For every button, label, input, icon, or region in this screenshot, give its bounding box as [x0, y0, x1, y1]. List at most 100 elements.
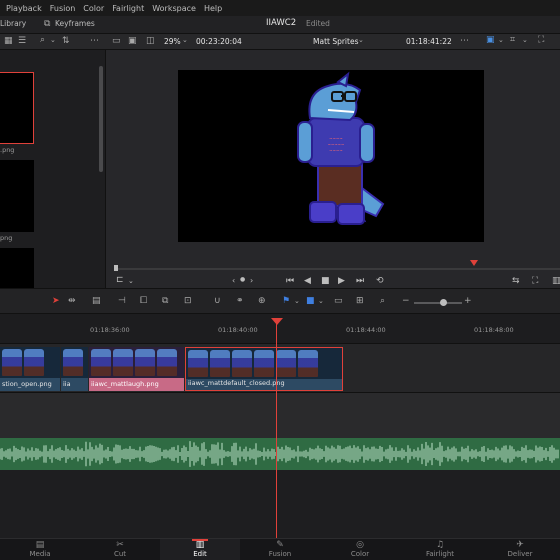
- more-options-icon-2[interactable]: ⋯: [460, 37, 469, 46]
- menu-fairlight[interactable]: Fairlight: [112, 4, 144, 13]
- loop-icon[interactable]: ⟲: [376, 277, 384, 286]
- playhead-handle[interactable]: [271, 318, 283, 325]
- media-pool-scrollbar[interactable]: [99, 66, 103, 172]
- fairlight-icon: ♫: [435, 540, 445, 550]
- flag-chevron-icon[interactable]: ⌄: [294, 298, 300, 305]
- media-thumbnail-label: .png: [0, 146, 15, 154]
- go-to-end-icon[interactable]: ⏭: [356, 277, 364, 286]
- grid-view-icon[interactable]: ▦: [4, 37, 13, 46]
- zoom-slider-track[interactable]: [414, 302, 462, 304]
- trim-tool-icon[interactable]: ⇹: [68, 297, 76, 306]
- timeline-clip[interactable]: iiawc_mattlaugh.png: [89, 347, 184, 391]
- sort-icon[interactable]: ⇅: [62, 37, 70, 46]
- page-tab-media[interactable]: ▤ Media: [0, 539, 80, 560]
- jog-right-icon[interactable]: ›: [250, 277, 253, 285]
- chevron-down-icon[interactable]: ⌄: [50, 37, 56, 44]
- transform-chevron-icon[interactable]: ⌄: [498, 37, 504, 44]
- more-options-icon[interactable]: ⋯: [90, 37, 99, 46]
- jog-dot-icon[interactable]: ●: [240, 277, 245, 283]
- selection-tool-icon[interactable]: ➤: [52, 297, 60, 306]
- list-view-icon[interactable]: ☰: [18, 37, 26, 46]
- page-tab-fairlight[interactable]: ♫ Fairlight: [400, 539, 480, 560]
- reverse-icon[interactable]: ◀: [304, 277, 311, 286]
- zoom-out-icon[interactable]: −: [402, 297, 410, 306]
- menu-color[interactable]: Color: [83, 4, 104, 13]
- page-tab-edit[interactable]: ▥ Edit: [160, 539, 240, 560]
- search-icon[interactable]: ⌕: [40, 36, 45, 45]
- crop-chevron-icon[interactable]: ⌄: [522, 37, 528, 44]
- page-navigation: ▤ Media ✂ Cut ▥ Edit ✎ Fusion ◎ Color ♫ …: [0, 538, 560, 560]
- match-frame-icon[interactable]: ⇆: [512, 277, 520, 286]
- media-thumbnail[interactable]: [0, 72, 34, 144]
- page-tab-cut[interactable]: ✂ Cut: [80, 539, 160, 560]
- empty-track: [0, 470, 560, 538]
- viewer-options-chevron-icon[interactable]: ⌄: [128, 278, 134, 285]
- marker-chevron-icon[interactable]: ⌄: [318, 298, 324, 305]
- menu-workspace[interactable]: Workspace: [152, 4, 196, 13]
- viewer-layout-icon[interactable]: ▭: [112, 37, 121, 46]
- zoom-level[interactable]: 29%: [164, 37, 181, 46]
- keyframes-icon[interactable]: ⧉: [44, 20, 50, 29]
- linked-selection-icon[interactable]: ⚭: [236, 297, 244, 306]
- position-lock-icon[interactable]: ⊕: [258, 297, 266, 306]
- crop-icon[interactable]: ⌗: [510, 36, 515, 45]
- svg-text:~~~~: ~~~~: [329, 136, 342, 141]
- viewer-in-marker[interactable]: [114, 265, 118, 271]
- jog-left-icon[interactable]: ‹: [232, 277, 235, 285]
- zoom-in-icon[interactable]: +: [464, 297, 472, 306]
- marker-icon[interactable]: ■: [306, 297, 315, 306]
- overwrite-clip-icon[interactable]: ⧉: [162, 297, 168, 306]
- character-sprite: ~~~~ ~~~~~ ~~~~: [297, 71, 385, 225]
- single-viewer-icon[interactable]: ▣: [128, 37, 137, 46]
- play-icon[interactable]: ▶: [338, 277, 345, 286]
- cut-icon: ✂: [116, 540, 124, 550]
- page-tab-deliver[interactable]: ✈ Deliver: [480, 539, 560, 560]
- video-track: stion_open.png iia iiawc_mattlaugh.png i…: [0, 344, 560, 392]
- timeline-chevron-icon[interactable]: ⌄: [358, 37, 364, 44]
- dynamic-trim-icon[interactable]: ▤: [92, 297, 101, 306]
- flag-icon[interactable]: ⚑: [282, 297, 290, 306]
- viewer-scrubber[interactable]: [114, 268, 560, 270]
- viewer-playhead-marker[interactable]: [470, 260, 478, 268]
- timeline-viewer: ~~~~ ~~~~~ ~~~~ ⊏ ⌄ ‹ ● › ⏮ ◀ ■ ▶ ⏭ ⟲ ⇆ …: [106, 50, 560, 288]
- dual-viewer-icon[interactable]: ◫: [146, 37, 155, 46]
- project-title: IIAWC2: [266, 18, 297, 28]
- stop-icon[interactable]: ■: [321, 277, 330, 286]
- menu-fusion[interactable]: Fusion: [50, 4, 76, 13]
- empty-track: [0, 392, 560, 438]
- keyframes-tab[interactable]: Keyframes: [55, 19, 95, 28]
- top-toolbar: Library ⧉ Keyframes IIAWC2 Edited: [0, 16, 560, 34]
- replace-clip-icon[interactable]: ⊡: [184, 297, 192, 306]
- zoom-full-icon[interactable]: ▭: [334, 297, 343, 306]
- zoom-custom-icon[interactable]: ⌕: [380, 297, 385, 306]
- menu-playback[interactable]: Playback: [6, 4, 42, 13]
- viewer-options-icon[interactable]: ⊏: [116, 276, 124, 285]
- viewer-fullscreen-icon[interactable]: ⛶: [532, 277, 538, 286]
- clip-label: stion_open.png: [2, 380, 52, 388]
- zoom-detail-icon[interactable]: ⊞: [356, 297, 364, 306]
- timeline-name[interactable]: Matt Sprites: [313, 37, 358, 46]
- timeline-playhead[interactable]: [276, 320, 277, 538]
- insert-clip-icon[interactable]: ⧠: [140, 297, 147, 306]
- timeline-clip[interactable]: iia: [61, 347, 88, 391]
- fullscreen-icon[interactable]: ⛶: [538, 36, 544, 45]
- svg-text:~~~~~: ~~~~~: [328, 142, 345, 147]
- zoom-slider-thumb[interactable]: [440, 299, 447, 306]
- zoom-chevron-icon[interactable]: ⌄: [182, 37, 188, 44]
- transform-icon[interactable]: ▣: [486, 36, 495, 45]
- go-to-start-icon[interactable]: ⏮: [286, 277, 294, 286]
- menu-help[interactable]: Help: [204, 4, 222, 13]
- dual-view-icon[interactable]: ▥: [552, 277, 560, 286]
- media-thumbnail[interactable]: [0, 160, 34, 232]
- timeline-clip[interactable]: iiawc_mattdefault_closed.png: [185, 347, 343, 391]
- page-tab-color[interactable]: ◎ Color: [320, 539, 400, 560]
- page-tab-fusion[interactable]: ✎ Fusion: [240, 539, 320, 560]
- snapping-icon[interactable]: ∪: [214, 297, 221, 306]
- fusion-icon: ✎: [276, 540, 284, 550]
- media-thumbnail[interactable]: [0, 248, 34, 288]
- media-pool-tab[interactable]: Library: [0, 19, 26, 28]
- audio-track[interactable]: [0, 438, 560, 470]
- timeline-clip[interactable]: stion_open.png: [0, 347, 60, 391]
- blade-tool-icon[interactable]: ⊣: [118, 297, 126, 306]
- record-timecode: 01:18:41:22: [406, 37, 452, 46]
